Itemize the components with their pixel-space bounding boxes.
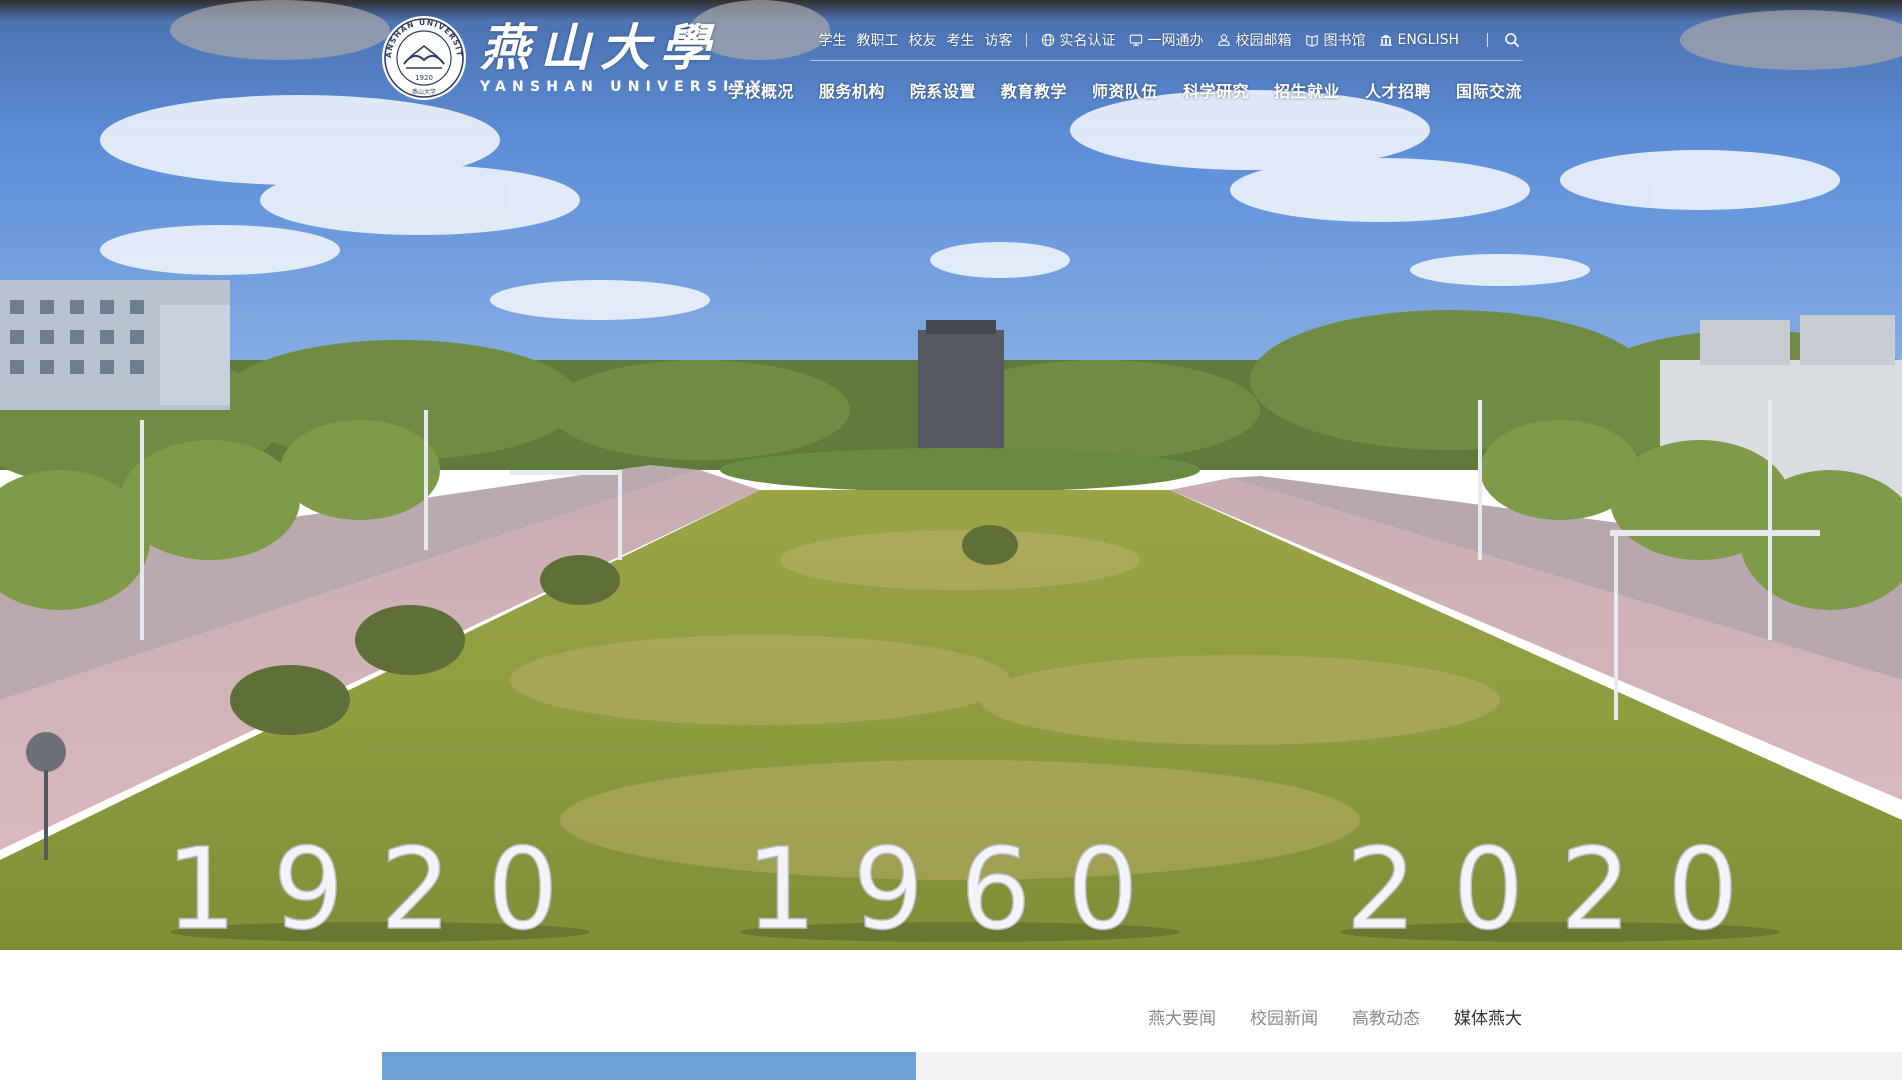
- english-site-label: ENGLISH: [1397, 32, 1459, 48]
- mail-icon: [1218, 34, 1231, 46]
- quicklink-visitors[interactable]: 访客: [984, 30, 1012, 50]
- hero-banner: 1920 1960 2020: [0, 0, 1902, 950]
- university-logo[interactable]: YANSHAN UNIVERSITY 1920 燕山大学 燕山大學 YANSHA…: [380, 14, 767, 102]
- quicklink-alumni[interactable]: 校友: [908, 30, 936, 50]
- quicklink-students[interactable]: 学生: [818, 30, 846, 50]
- one-stop-service-label: 一网通办: [1147, 33, 1204, 49]
- tab-higher-ed-news[interactable]: 高教动态: [1352, 1004, 1420, 1029]
- book-icon: [1306, 34, 1319, 47]
- library-label: 图书馆: [1323, 33, 1366, 49]
- tab-ysu-news[interactable]: 燕大要闻: [1148, 1004, 1216, 1029]
- campus-mail-label: 校园邮箱: [1235, 33, 1292, 49]
- globe-icon: [1042, 33, 1055, 47]
- nav-about[interactable]: 学校概况: [728, 78, 794, 102]
- quicklink-staff[interactable]: 教职工: [856, 30, 898, 50]
- nav-departments[interactable]: 院系设置: [910, 78, 976, 102]
- campus-mail-link[interactable]: 校园邮箱: [1217, 30, 1291, 50]
- university-name-en: YANSHAN UNIVERSITY: [480, 79, 767, 95]
- library-link[interactable]: 图书馆: [1305, 30, 1365, 50]
- nav-recruitment[interactable]: 人才招聘: [1365, 78, 1431, 102]
- english-site-link[interactable]: ENGLISH: [1379, 32, 1459, 48]
- search-button[interactable]: [1502, 30, 1522, 50]
- divider: [1487, 33, 1488, 47]
- university-name-cn: 燕山大學: [480, 18, 720, 77]
- main-navigation: 学校概况 服务机构 院系设置 教育教学 师资队伍 科学研究 招生就业 人才招聘 …: [728, 78, 1522, 102]
- university-seal-icon: YANSHAN UNIVERSITY 1920 燕山大学: [380, 14, 466, 100]
- nav-research[interactable]: 科学研究: [1183, 78, 1249, 102]
- svg-text:燕山大学: 燕山大学: [412, 88, 436, 96]
- divider: [1026, 33, 1028, 47]
- nav-admissions[interactable]: 招生就业: [1274, 78, 1340, 102]
- quicklink-applicants[interactable]: 考生: [946, 30, 974, 50]
- realname-auth-label: 实名认证: [1059, 33, 1116, 49]
- tab-campus-news[interactable]: 校园新闻: [1250, 1004, 1318, 1029]
- nav-international[interactable]: 国际交流: [1456, 78, 1522, 102]
- nav-faculty[interactable]: 师资队伍: [1092, 78, 1158, 102]
- building-icon: [1380, 34, 1393, 46]
- featured-news-panel[interactable]: [382, 1052, 916, 1080]
- campus-hero-image: [0, 0, 1902, 950]
- utility-bar: 学生 教职工 校友 考生 访客 实名认证 一网通办 校园邮箱 图书馆 ENGLI…: [818, 28, 1522, 52]
- news-list-panel: [916, 1052, 1902, 1080]
- news-tabs: 燕大要闻 校园新闻 高教动态 媒体燕大: [1114, 1004, 1522, 1029]
- realname-auth-link[interactable]: 实名认证: [1041, 30, 1115, 50]
- nav-services[interactable]: 服务机构: [819, 78, 885, 102]
- monitor-icon: [1130, 34, 1143, 46]
- search-icon: [1505, 33, 1520, 48]
- tab-media-ysu[interactable]: 媒体燕大: [1454, 1004, 1522, 1029]
- site-header: YANSHAN UNIVERSITY 1920 燕山大学 燕山大學 YANSHA…: [0, 0, 1902, 130]
- svg-text:1920: 1920: [415, 74, 433, 82]
- header-divider: [810, 60, 1522, 61]
- nav-education[interactable]: 教育教学: [1001, 78, 1067, 102]
- one-stop-service-link[interactable]: 一网通办: [1129, 30, 1203, 50]
